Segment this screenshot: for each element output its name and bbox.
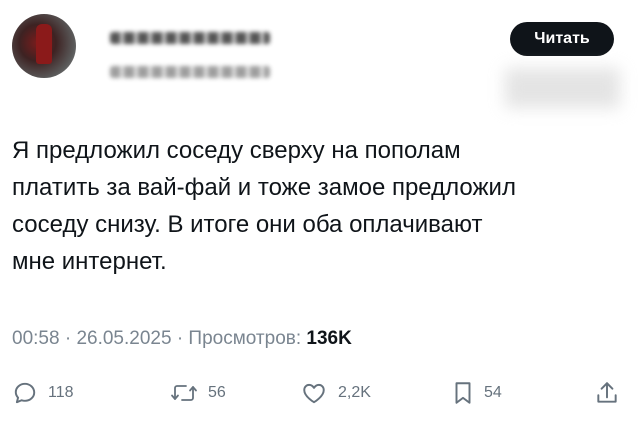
meta-separator: · <box>64 328 72 349</box>
share-icon <box>594 380 620 406</box>
retweet-icon <box>170 380 198 406</box>
views-count: 136K <box>306 328 352 349</box>
meta-separator: · <box>176 328 184 349</box>
retweet-button[interactable]: 56 <box>170 380 226 406</box>
reply-icon <box>12 380 38 406</box>
views-label: Просмотров: <box>188 328 302 349</box>
reply-button[interactable]: 118 <box>12 380 74 406</box>
like-count: 2,2K <box>338 384 371 401</box>
tweet-date: 26.05.2025 <box>76 328 172 349</box>
avatar[interactable] <box>12 14 76 78</box>
share-button[interactable] <box>594 380 620 406</box>
tweet-meta: 00:58 · 26.05.2025 · Просмотров: 136K <box>12 328 352 350</box>
read-button[interactable]: Читать <box>510 22 614 56</box>
author-handle-blurred <box>110 66 270 78</box>
author-name-blurred <box>110 32 270 44</box>
retweet-count: 56 <box>208 384 226 401</box>
bookmark-count: 54 <box>484 384 502 401</box>
reply-count: 118 <box>48 384 74 401</box>
heart-icon <box>300 380 328 406</box>
avatar-image <box>36 24 52 64</box>
tweet-time: 00:58 <box>12 328 60 349</box>
blurred-area <box>505 68 620 108</box>
action-bar: 118 56 2,2K 54 <box>0 374 640 414</box>
bookmark-icon <box>452 380 474 406</box>
bookmark-button[interactable]: 54 <box>452 380 502 406</box>
like-button[interactable]: 2,2K <box>300 380 371 406</box>
tweet-text: Я предложил соседу сверху на пополам пла… <box>12 137 516 275</box>
